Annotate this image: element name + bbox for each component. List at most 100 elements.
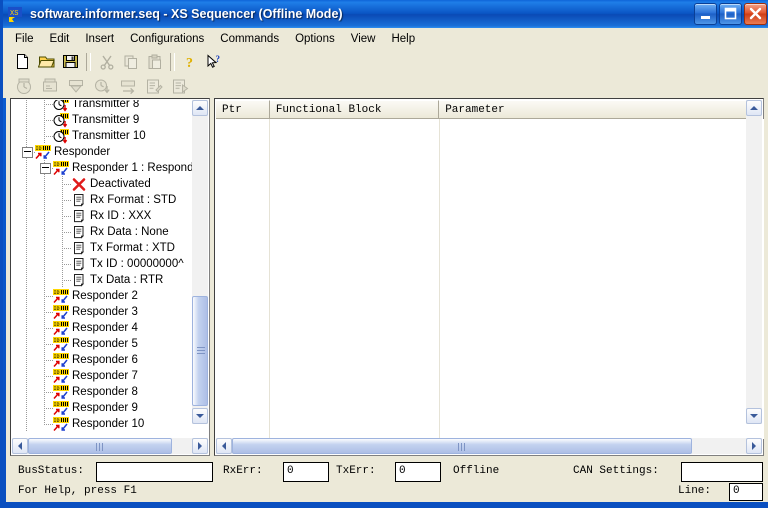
new-file-icon[interactable] <box>11 51 34 73</box>
list-body[interactable] <box>216 119 764 439</box>
column-header-ptr[interactable]: Ptr <box>216 100 270 119</box>
can-settings-field[interactable] <box>681 462 763 482</box>
tree-connector <box>44 240 45 256</box>
tree-connector <box>62 264 71 265</box>
tree-item-label: Responder 9 <box>72 402 138 414</box>
svg-text:ID: ID <box>54 402 60 408</box>
bus-status-label: BusStatus: <box>18 465 85 477</box>
tree-item[interactable]: ID Responder 4 <box>12 320 192 336</box>
svg-text:?: ? <box>215 54 220 64</box>
tree-collapse-toggle[interactable] <box>22 147 33 158</box>
menu-item-file[interactable]: File <box>8 31 41 47</box>
column-header-functional-block[interactable]: Functional Block <box>269 100 440 119</box>
tree-item[interactable]: ID Responder 7 <box>12 368 192 384</box>
tree-item[interactable]: ID Responder 3 <box>12 304 192 320</box>
tree-item[interactable]: Rx Data : None <box>12 224 192 240</box>
tree-item[interactable]: ID Responder <box>12 144 192 160</box>
menu-item-configurations[interactable]: Configurations <box>123 31 211 47</box>
tree-connector <box>26 208 27 224</box>
tree-item[interactable]: Tx ID : 00000000^ <box>12 256 192 272</box>
tree-scroll-right-button[interactable] <box>192 438 208 454</box>
tree-scroll-left-button[interactable] <box>12 438 28 454</box>
tree-item-label: Responder 1 : Responder <box>72 162 192 174</box>
tree-collapse-toggle[interactable] <box>40 163 51 174</box>
menu-item-insert[interactable]: Insert <box>78 31 121 47</box>
list-scroll-left-button[interactable] <box>216 438 232 454</box>
svg-text:ID: ID <box>54 322 60 328</box>
tree-item[interactable]: ID Responder 6 <box>12 352 192 368</box>
responder-icon: ID <box>53 353 69 368</box>
tree-connector <box>44 224 45 240</box>
about-help-icon[interactable]: ? <box>179 51 202 73</box>
tree-connector <box>44 360 53 361</box>
tree-item[interactable]: ID Responder 9 <box>12 400 192 416</box>
column-header-parameter[interactable]: Parameter <box>439 100 762 119</box>
scroll-grip <box>458 443 466 451</box>
context-help-icon[interactable]: ? <box>203 51 226 73</box>
tree-item[interactable]: ID Responder 2 <box>12 288 192 304</box>
deactivated-x-icon <box>71 177 87 192</box>
main-toolbar: ? ? <box>3 49 768 74</box>
menu-item-options[interactable]: Options <box>288 31 342 47</box>
tree-scroll-down-button[interactable] <box>192 408 208 424</box>
list-hscroll-thumb[interactable] <box>232 438 692 454</box>
close-button[interactable] <box>744 3 767 25</box>
document-icon <box>71 273 87 288</box>
menu-item-commands[interactable]: Commands <box>213 31 286 47</box>
tx-err-field[interactable]: 0 <box>395 462 441 482</box>
tree-hscroll-thumb[interactable] <box>28 438 172 454</box>
tree-item[interactable]: ID Responder 8 <box>12 384 192 400</box>
tree-item-label: Responder <box>54 146 111 158</box>
chevron-right-icon <box>752 442 756 450</box>
menu-item-view[interactable]: View <box>344 31 383 47</box>
menu-item-help[interactable]: Help <box>384 31 422 47</box>
save-disk-icon[interactable] <box>59 51 82 73</box>
tree-item[interactable]: Transmitter 8 <box>12 100 192 112</box>
tree-item[interactable]: ID Responder 10 <box>12 416 192 432</box>
rx-err-field[interactable]: 0 <box>283 462 329 482</box>
app-icon: XS <box>7 6 25 23</box>
tree-item[interactable]: Transmitter 9 <box>12 112 192 128</box>
document-icon <box>71 241 87 256</box>
tree-item[interactable]: Rx ID : XXX <box>12 208 192 224</box>
line-number-field[interactable]: 0 <box>729 483 763 501</box>
script-run-icon <box>168 75 191 97</box>
tree-horizontal-scrollbar[interactable] <box>12 438 208 454</box>
maximize-button[interactable] <box>719 3 742 25</box>
chevron-left-icon <box>18 442 22 450</box>
list-scroll-down-button[interactable] <box>746 408 762 424</box>
receive-icon <box>64 75 87 97</box>
status-row-secondary: For Help, press F1 Line: 0 <box>6 482 768 502</box>
tree-connector <box>26 256 27 272</box>
tree-vertical-scrollbar[interactable] <box>192 100 208 424</box>
tree-item[interactable]: ID Responder 5 <box>12 336 192 352</box>
sequence-tree[interactable]: Transmitter 8 Transmitter 9 Transmitter 10… <box>12 100 192 440</box>
column-divider <box>269 119 270 439</box>
list-vertical-scrollbar[interactable] <box>746 100 762 424</box>
open-folder-icon[interactable] <box>35 51 58 73</box>
tree-connector <box>62 184 71 185</box>
tree-connector <box>62 200 71 201</box>
menu-item-edit[interactable]: Edit <box>43 31 77 47</box>
list-scroll-right-button[interactable] <box>746 438 762 454</box>
responder-icon: ID <box>53 385 69 400</box>
tree-item[interactable]: Deactivated <box>12 176 192 192</box>
tree-scroll-up-button[interactable] <box>192 100 208 116</box>
tree-connector <box>44 120 53 121</box>
tree-connector <box>44 424 53 425</box>
tree-item[interactable]: Rx Format : STD <box>12 192 192 208</box>
chevron-up-icon <box>750 106 758 110</box>
responder-icon: ID <box>53 305 69 320</box>
responder-icon: ID <box>35 145 51 160</box>
minimize-button[interactable] <box>694 3 717 25</box>
list-header-row: Ptr Functional Block Parameter <box>216 100 762 119</box>
tree-item[interactable]: ID Responder 1 : Responder <box>12 160 192 176</box>
tree-scroll-thumb[interactable] <box>192 296 208 406</box>
list-horizontal-scrollbar[interactable] <box>216 438 762 454</box>
tree-item[interactable]: Tx Format : XTD <box>12 240 192 256</box>
tree-item[interactable]: Transmitter 10 <box>12 128 192 144</box>
tree-item[interactable]: Tx Data : RTR <box>12 272 192 288</box>
transmitter-icon <box>53 113 69 128</box>
bus-status-field[interactable] <box>96 462 213 482</box>
list-scroll-up-button[interactable] <box>746 100 762 116</box>
